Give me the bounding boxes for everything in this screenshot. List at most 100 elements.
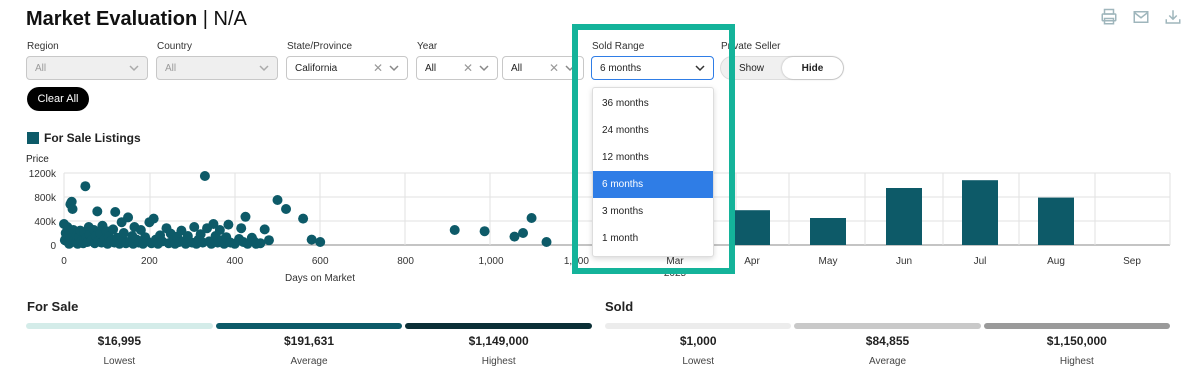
- clear-icon[interactable]: ✕: [373, 61, 383, 75]
- scatter-point: [306, 234, 317, 245]
- country-label: Country: [157, 41, 193, 52]
- stat-value: $16,995: [97, 334, 142, 348]
- bar-category-label: Aug: [1047, 256, 1065, 267]
- x-tick-label: 800: [397, 256, 414, 267]
- stat-average: $84,855 Average: [794, 323, 981, 367]
- stat-bar: [794, 323, 981, 329]
- country-select[interactable]: All: [156, 56, 278, 80]
- bar: [962, 180, 998, 245]
- bar-category-label: Jun: [896, 256, 912, 267]
- y-tick-label: 0: [50, 241, 56, 252]
- scatter-point: [526, 213, 537, 223]
- top-actions: [1100, 8, 1182, 26]
- stat-bar: [405, 323, 593, 329]
- scatter-point: [541, 237, 552, 247]
- scatter-point: [240, 211, 251, 222]
- scatter-point: [67, 204, 78, 214]
- chevron-down-icon: [259, 65, 269, 72]
- stat-value: $1,149,000: [468, 334, 529, 348]
- scatter-point: [255, 238, 266, 249]
- bar-category-label: Apr: [744, 256, 760, 267]
- stat-bar: [26, 323, 213, 329]
- stat-average: $191,631 Average: [215, 323, 403, 367]
- mail-icon[interactable]: [1132, 8, 1150, 26]
- for-sale-stats: $16,995 Lowest $191,631 Average $1,149,0…: [26, 323, 593, 367]
- stat-label: Highest: [481, 356, 516, 367]
- stat-bar: [605, 323, 792, 329]
- stat-value: $1,000: [679, 334, 717, 348]
- clear-all-button[interactable]: Clear All: [27, 87, 89, 111]
- stat-lowest: $1,000 Lowest: [605, 323, 792, 367]
- state-select[interactable]: California ✕: [286, 56, 408, 80]
- scatter-series: [59, 171, 552, 249]
- scatter-point: [92, 206, 103, 217]
- x-tick-label: 400: [226, 256, 243, 267]
- scatter-point: [223, 219, 234, 230]
- bar: [1038, 197, 1074, 245]
- bar-category-label: Jul: [974, 256, 987, 267]
- bar-category-label: Sep: [1123, 256, 1141, 267]
- y-axis-ticks: 0 400k 800k 1200k: [29, 169, 57, 252]
- legend-label: For Sale Listings: [44, 131, 141, 145]
- bar: [886, 188, 922, 245]
- scatter-point: [281, 204, 292, 214]
- for-sale-title: For Sale: [27, 299, 79, 314]
- bar-category-label: May: [819, 256, 838, 267]
- scatter-point: [263, 235, 274, 246]
- region-label: Region: [27, 41, 59, 52]
- stat-bar: [983, 323, 1170, 329]
- download-icon[interactable]: [1164, 8, 1182, 26]
- x-tick-label: 1,000: [478, 256, 503, 267]
- stat-value: $1,150,000: [1046, 334, 1107, 348]
- stat-label: Average: [868, 356, 907, 367]
- x-tick-label: 0: [61, 256, 67, 267]
- stat-label: Highest: [1059, 356, 1094, 367]
- scatter-point: [236, 223, 247, 234]
- stat-label: Average: [290, 356, 328, 367]
- stat-bar: [215, 323, 403, 329]
- legend-swatch: [27, 132, 39, 144]
- chevron-down-icon: [479, 65, 489, 72]
- sold-stats: $1,000 Lowest $84,855 Average $1,150,000…: [605, 323, 1170, 367]
- scatter-point: [272, 195, 283, 205]
- scatter-point: [479, 226, 490, 237]
- chevron-down-icon: [129, 65, 139, 72]
- scatter-point: [123, 212, 134, 223]
- private-seller-toggle[interactable]: Show Hide: [720, 56, 844, 80]
- x-tick-label: 600: [312, 256, 329, 267]
- page-title: Market Evaluation | N/A: [26, 8, 247, 30]
- scatter-point: [509, 231, 520, 242]
- stat-value: $191,631: [283, 334, 335, 348]
- x-axis-title: Days on Market: [285, 273, 355, 284]
- state-label: State/Province: [287, 41, 353, 52]
- stat-value: $84,855: [865, 334, 910, 348]
- clear-icon[interactable]: ✕: [549, 61, 559, 75]
- x-tick-label: 200: [141, 256, 158, 267]
- scatter-point: [315, 237, 326, 247]
- scatter-point: [80, 181, 91, 192]
- y-axis-title: Price: [26, 154, 49, 165]
- chevron-down-icon: [389, 65, 399, 72]
- year-label: Year: [417, 41, 438, 52]
- y-tick-label: 800k: [34, 193, 57, 204]
- year-start-select[interactable]: All ✕: [416, 56, 498, 80]
- stat-label: Lowest: [682, 356, 714, 367]
- y-tick-label: 1200k: [29, 169, 57, 180]
- stat-highest: $1,149,000 Highest: [405, 323, 593, 367]
- stat-label: Lowest: [103, 356, 136, 367]
- y-tick-label: 400k: [34, 217, 57, 228]
- scatter-point: [148, 213, 159, 224]
- bar-category-labels: Mar2025Apr May Jun Jul Aug Sep: [664, 256, 1141, 279]
- clear-icon[interactable]: ✕: [463, 61, 473, 75]
- highlight-box: [572, 24, 735, 274]
- region-select[interactable]: All: [26, 56, 148, 80]
- stat-lowest: $16,995 Lowest: [26, 323, 213, 367]
- scatter-point: [259, 224, 270, 235]
- scatter-point: [118, 228, 129, 238]
- print-icon[interactable]: [1100, 8, 1118, 26]
- scatter-point: [298, 213, 309, 224]
- scatter-point: [110, 207, 121, 217]
- scatter-point: [199, 171, 210, 181]
- toggle-hide[interactable]: Hide: [782, 57, 843, 79]
- x-axis-ticks: 0 200 400 600 800 1,000 1,200: [61, 256, 589, 267]
